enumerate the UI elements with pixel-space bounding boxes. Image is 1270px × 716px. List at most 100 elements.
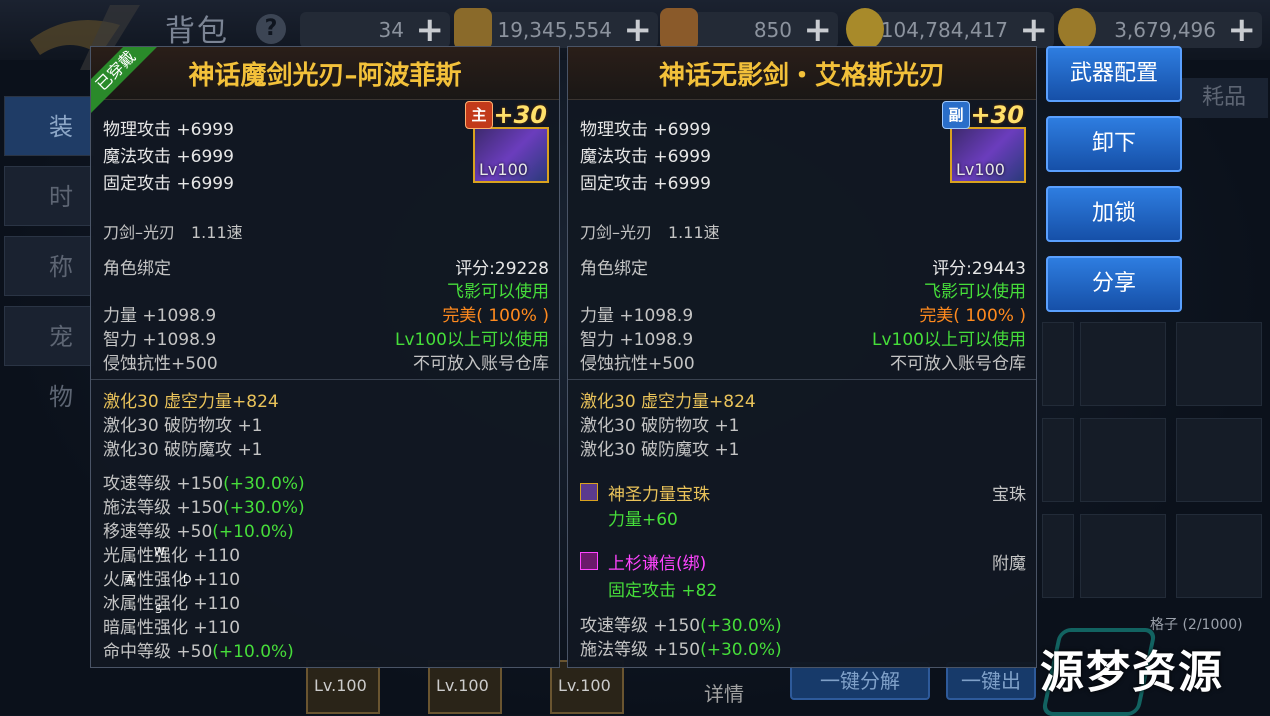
enchant-name: 上杉谦信(绑): [608, 554, 707, 574]
item-name: 神话无影剑・艾格斯光刃: [658, 61, 945, 91]
enchant-type: 附魔: [992, 554, 1026, 574]
resource-3-add-button[interactable]: +: [804, 10, 833, 50]
resource-3: 850 +: [660, 8, 838, 50]
resist-stat: 侵蚀抗性+500: [580, 354, 695, 374]
fire-element: 火属性强化 +110: [103, 570, 241, 590]
usable-flag: 飞影可以使用: [447, 282, 549, 302]
weapon-type: 刀剑–光刃 1.11速: [580, 223, 720, 242]
inventory-slot[interactable]: [1080, 418, 1166, 502]
cast-speed: 施法等级 +150(+30.0%): [580, 640, 782, 660]
weapon-type: 刀剑–光刃 1.11速: [103, 223, 243, 242]
enchant-stat: 固定攻击 +82: [608, 581, 718, 601]
key-hint-d: D: [183, 573, 192, 586]
slot-level: Lv.100: [558, 676, 611, 695]
resource-4-add-button[interactable]: +: [1020, 10, 1049, 50]
gold-coin-icon: [846, 8, 884, 50]
int-stat: 智力 +1098.9: [580, 330, 694, 350]
unequip-button[interactable]: 卸下: [1046, 116, 1182, 172]
quality: 完美( 100% ): [919, 306, 1026, 326]
score: 评分:29443: [932, 259, 1026, 279]
str-stat: 力量 +1098.9: [103, 306, 217, 326]
light-element: 光属性强化 +110: [103, 546, 241, 566]
gem-type: 宝珠: [992, 485, 1026, 505]
move-speed: 移速等级 +50(+10.0%): [103, 522, 294, 542]
tab-consumables[interactable]: 耗品: [1180, 78, 1268, 118]
enhance-bonus: 激化30 破防物攻 +1: [103, 416, 263, 436]
ice-element: 冰属性强化 +110: [103, 594, 241, 614]
inventory-slot[interactable]: [1042, 418, 1074, 502]
level-requirement: Lv100以上可以使用: [872, 330, 1026, 350]
enhance-level: +30: [970, 101, 1024, 129]
cast-speed: 施法等级 +150(+30.0%): [103, 498, 305, 518]
sword-icon[interactable]: Lv100: [473, 127, 549, 183]
bind-status: 角色绑定: [103, 259, 171, 279]
stat-line: 固定攻击 +6999: [103, 174, 234, 194]
lock-button[interactable]: 加锁: [1046, 186, 1182, 242]
resource-1: 34 +: [300, 10, 450, 50]
stat-line: 魔法攻击 +6999: [580, 147, 711, 167]
score: 评分:29228: [455, 259, 549, 279]
weapon-icon-container: Lv100 主 +30: [465, 101, 549, 185]
key-hint-w: W: [154, 545, 165, 558]
sword-icon[interactable]: Lv100: [950, 127, 1026, 183]
quality: 完美( 100% ): [442, 306, 549, 326]
item-name: 神话魔剑光刃–阿波菲斯: [188, 61, 462, 91]
resource-5-add-button[interactable]: +: [1228, 10, 1257, 50]
slot-level: Lv.100: [436, 676, 489, 695]
bottom-item-slot[interactable]: Lv.100: [306, 660, 380, 714]
resource-2-value: 19,345,554: [497, 18, 612, 42]
resource-4-value: 104,784,417: [880, 18, 1008, 42]
hit-rate: 命中等级 +50(+10.0%): [103, 642, 294, 662]
stat-line: 魔法攻击 +6999: [103, 147, 234, 167]
enhance-bonus: 激化30 破防魔攻 +1: [103, 440, 263, 460]
weapon-config-button[interactable]: 武器配置: [1046, 46, 1182, 102]
ticket-icon: [660, 8, 698, 50]
tooltip-header: 神话魔剑光刃–阿波菲斯: [91, 47, 559, 100]
usable-flag: 飞影可以使用: [924, 282, 1026, 302]
item-tooltip-compare: 神话无影剑・艾格斯光刃 Lv100 副 +30 物理攻击 +6999 魔法攻击 …: [567, 46, 1037, 668]
weapon-icon-container: Lv100 副 +30: [942, 101, 1026, 185]
resource-2-add-button[interactable]: +: [624, 10, 653, 50]
resource-5: 3,679,496 +: [1058, 8, 1262, 50]
resist-stat: 侵蚀抗性+500: [103, 354, 218, 374]
grid-count: 格子 (2/1000): [1150, 617, 1243, 633]
inventory-slot[interactable]: [1042, 322, 1074, 406]
inventory-slot[interactable]: [1080, 514, 1166, 598]
dark-element: 暗属性强化 +110: [103, 618, 241, 638]
weapon-level: Lv100: [479, 160, 528, 179]
inventory-slot[interactable]: [1176, 514, 1262, 598]
page-title: 背包: [165, 14, 229, 49]
attack-speed: 攻速等级 +150(+30.0%): [103, 474, 305, 494]
stat-line: 固定攻击 +6999: [580, 174, 711, 194]
gem-name: 神圣力量宝珠: [608, 485, 710, 505]
storage-restriction: 不可放入账号仓库: [890, 354, 1026, 374]
help-icon[interactable]: ?: [256, 14, 286, 44]
off-hand-badge: 副: [942, 101, 970, 129]
scroll-icon: [454, 8, 492, 50]
resource-1-add-button[interactable]: +: [416, 10, 445, 50]
bottom-item-slot[interactable]: Lv.100: [550, 660, 624, 714]
item-tooltip-equipped: 神话魔剑光刃–阿波菲斯 已穿戴 Lv100 主 +30 物理攻击 +6999 魔…: [90, 46, 560, 668]
bind-status: 角色绑定: [580, 259, 648, 279]
detail-button[interactable]: 详情: [704, 678, 744, 707]
stat-line: 物理攻击 +6999: [103, 120, 234, 140]
inventory-slot[interactable]: [1176, 322, 1262, 406]
tab-pet[interactable]: 宠物: [4, 306, 94, 411]
enhance-bonus: 激化30 虚空力量+824: [103, 392, 279, 412]
bottom-item-slot[interactable]: Lv.100: [428, 660, 502, 714]
key-hint-a: A: [126, 573, 134, 586]
inventory-slot[interactable]: [1176, 418, 1262, 502]
tab-title[interactable]: 称号: [4, 236, 94, 341]
tab-equipment[interactable]: 装备: [4, 96, 94, 201]
enchant-icon: [580, 552, 598, 570]
share-button[interactable]: 分享: [1046, 256, 1182, 312]
inventory-slot[interactable]: [1080, 322, 1166, 406]
inventory-slot[interactable]: [1042, 514, 1074, 598]
main-hand-badge: 主: [465, 101, 493, 129]
int-stat: 智力 +1098.9: [103, 330, 217, 350]
gem-stat: 力量+60: [608, 510, 678, 530]
tab-fashion[interactable]: 时装: [4, 166, 94, 271]
divider: [568, 379, 1036, 380]
enhance-bonus: 激化30 破防物攻 +1: [580, 416, 740, 436]
resource-2: 19,345,554 +: [454, 8, 658, 50]
